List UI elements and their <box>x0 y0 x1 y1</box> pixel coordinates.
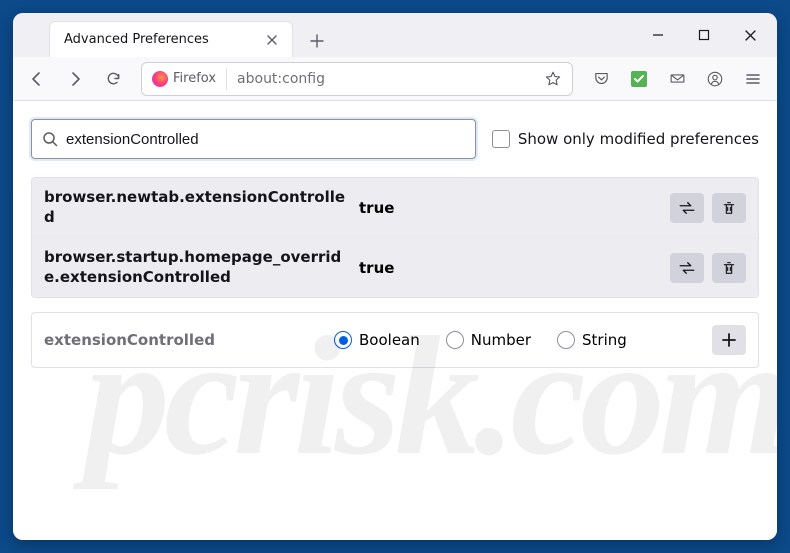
pref-table: browser.newtab.extensionControlled true … <box>31 177 759 298</box>
config-content: Show only modified preferences browser.n… <box>13 101 777 540</box>
menu-button[interactable] <box>735 63 771 95</box>
pref-row[interactable]: browser.newtab.extensionControlled true <box>32 178 758 238</box>
maximize-button[interactable] <box>681 18 727 52</box>
firefox-icon <box>152 71 168 87</box>
reset-button[interactable] <box>712 253 746 283</box>
show-modified-checkbox[interactable]: Show only modified preferences <box>492 130 759 148</box>
star-icon <box>544 70 562 88</box>
checkbox-icon <box>492 130 510 148</box>
downloads-button[interactable] <box>659 63 695 95</box>
identity-badge[interactable]: Firefox <box>146 68 227 90</box>
trash-icon <box>721 260 737 276</box>
new-tab-button[interactable] <box>301 25 333 57</box>
forward-icon <box>66 70 84 88</box>
minimize-icon <box>652 29 664 41</box>
account-icon <box>706 70 724 88</box>
radio-icon <box>334 331 352 349</box>
account-button[interactable] <box>697 63 733 95</box>
search-row: Show only modified preferences <box>31 119 759 159</box>
pref-value: true <box>359 199 660 217</box>
bookmark-button[interactable] <box>538 64 568 94</box>
pref-actions <box>670 193 746 223</box>
pref-name: browser.startup.homepage_override.extens… <box>44 248 349 287</box>
radio-label-text: Number <box>471 331 531 349</box>
reset-button[interactable] <box>712 193 746 223</box>
checkbox-label-text: Show only modified preferences <box>518 130 759 148</box>
reload-button[interactable] <box>95 63 131 95</box>
type-radio-group: Boolean Number String <box>334 331 702 349</box>
radio-icon <box>557 331 575 349</box>
maximize-icon <box>698 29 710 41</box>
url-text: about:config <box>233 71 532 87</box>
reload-icon <box>105 70 122 87</box>
window-controls <box>635 13 777 57</box>
search-input[interactable] <box>66 131 465 148</box>
back-icon <box>28 70 46 88</box>
minimize-button[interactable] <box>635 18 681 52</box>
radio-icon <box>446 331 464 349</box>
search-icon <box>42 131 58 147</box>
pref-actions <box>670 253 746 283</box>
toggle-icon <box>678 259 696 277</box>
address-bar[interactable]: Firefox about:config <box>141 62 573 96</box>
close-icon <box>266 34 278 46</box>
tab-title: Advanced Preferences <box>64 32 250 47</box>
forward-button[interactable] <box>57 63 93 95</box>
hamburger-icon <box>745 71 761 87</box>
close-tab-button[interactable] <box>262 30 282 50</box>
toggle-button[interactable] <box>670 253 704 283</box>
radio-number[interactable]: Number <box>446 331 531 349</box>
trash-icon <box>721 200 737 216</box>
extension-icon <box>631 71 647 87</box>
tab-active[interactable]: Advanced Preferences <box>49 21 293 57</box>
titlebar: Advanced Preferences <box>13 13 777 57</box>
nav-toolbar: Firefox about:config <box>13 57 777 101</box>
back-button[interactable] <box>19 63 55 95</box>
extension-button[interactable] <box>621 63 657 95</box>
new-pref-row: extensionControlled Boolean Number Strin… <box>31 312 759 368</box>
radio-boolean[interactable]: Boolean <box>334 331 420 349</box>
close-icon <box>744 29 757 42</box>
radio-label-text: Boolean <box>359 331 420 349</box>
close-window-button[interactable] <box>727 18 773 52</box>
new-pref-name: extensionControlled <box>44 331 324 349</box>
pocket-button[interactable] <box>583 63 619 95</box>
pref-row[interactable]: browser.startup.homepage_override.extens… <box>32 238 758 297</box>
search-box[interactable] <box>31 119 476 159</box>
toggle-button[interactable] <box>670 193 704 223</box>
plus-icon <box>721 332 737 348</box>
radio-string[interactable]: String <box>557 331 627 349</box>
radio-label-text: String <box>582 331 627 349</box>
tabs-area: Advanced Preferences <box>13 13 635 57</box>
pref-value: true <box>359 259 660 277</box>
add-pref-button[interactable] <box>712 325 746 355</box>
pref-name: browser.newtab.extensionControlled <box>44 188 349 227</box>
mail-icon <box>669 70 686 87</box>
plus-icon <box>310 34 324 48</box>
toggle-icon <box>678 199 696 217</box>
window-frame: Advanced Preferences <box>13 13 777 540</box>
identity-label: Firefox <box>173 71 216 86</box>
pocket-icon <box>593 70 610 87</box>
